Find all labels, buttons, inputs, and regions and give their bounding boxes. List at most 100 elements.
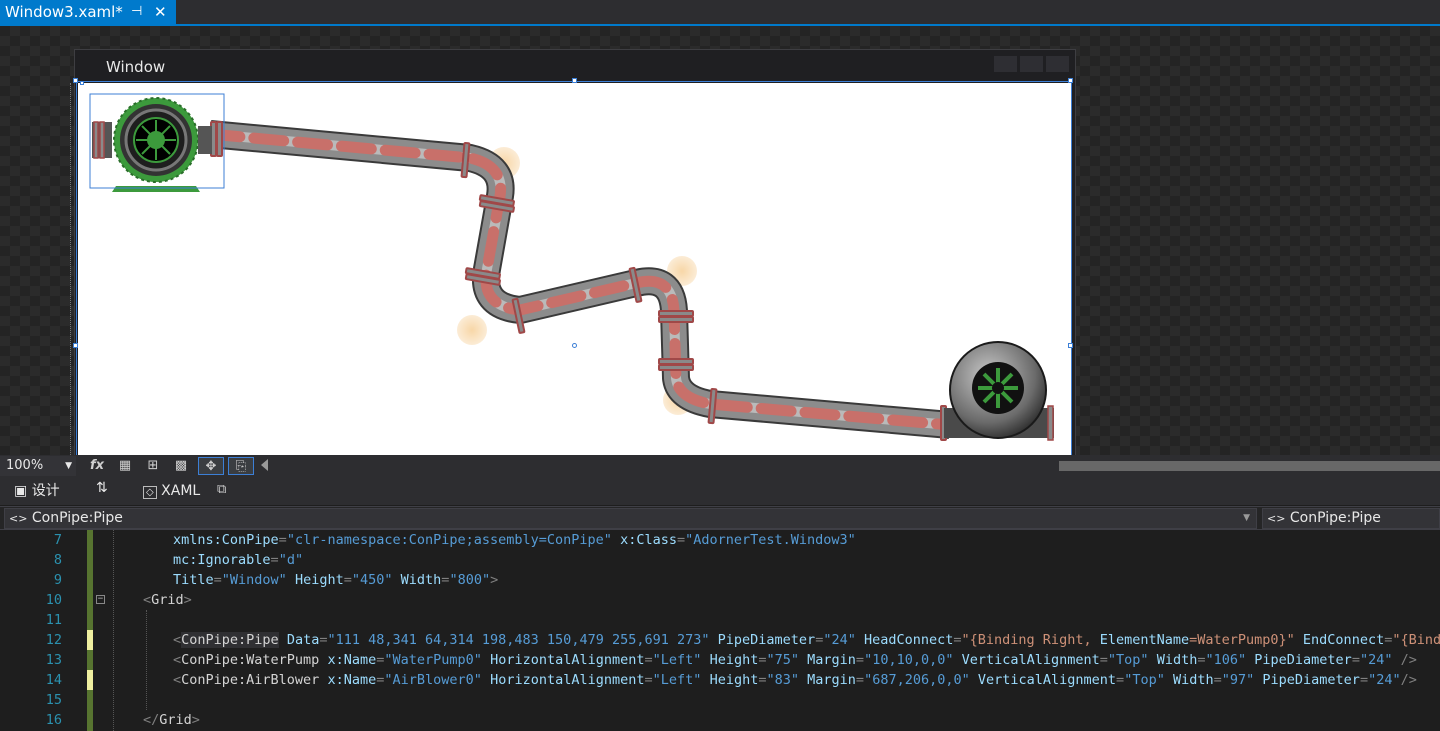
attr-name: Data bbox=[286, 632, 320, 648]
attr-name: PipeDiameter bbox=[717, 632, 816, 648]
attr-value: "83" bbox=[766, 672, 799, 688]
tab-xaml[interactable]: ◇ XAML bbox=[143, 483, 200, 499]
resize-handle[interactable] bbox=[572, 78, 577, 83]
scope-left-label: ConPipe:Pipe bbox=[31, 510, 123, 526]
attr-name: xmlns:ConPipe bbox=[173, 532, 279, 548]
markup-extension: "{Binding Right, bbox=[961, 632, 1100, 648]
attr-value: "111 48,341 64,314 198,483 150,479 255,6… bbox=[327, 632, 710, 648]
attr-value: "AirBlower0" bbox=[384, 672, 482, 688]
attr-name: VerticalAlignment bbox=[961, 652, 1100, 668]
attr-name: x:Name bbox=[327, 652, 377, 668]
attr-name: HeadConnect bbox=[863, 632, 954, 648]
attr-name: Width bbox=[1156, 652, 1198, 668]
line-number: 9 bbox=[53, 572, 62, 588]
indent-guide bbox=[146, 610, 147, 710]
attr-name: Height bbox=[709, 672, 759, 688]
attr-value: "AdornerTest.Window3" bbox=[685, 532, 856, 548]
code-line-16: </Grid> bbox=[143, 712, 200, 728]
close-icon[interactable]: ✕ bbox=[154, 0, 167, 24]
markup-extension: =WaterPump0}" bbox=[1189, 632, 1295, 648]
collapse-icon[interactable]: − bbox=[96, 595, 105, 604]
attr-value: "Top" bbox=[1107, 652, 1149, 668]
air-blower[interactable] bbox=[944, 341, 1054, 441]
tag-name: Grid bbox=[159, 712, 192, 728]
scope-dropdown-left[interactable]: <> ConPipe:Pipe ▼ bbox=[4, 508, 1257, 529]
attr-value: "Left" bbox=[652, 652, 702, 668]
attr-name: mc:Ignorable bbox=[173, 552, 271, 568]
resize-handle[interactable] bbox=[80, 81, 84, 85]
attr-value: "450" bbox=[351, 572, 393, 588]
code-line-9: Title="Window" Height="450" Width="800"> bbox=[173, 572, 499, 588]
design-icon: ▣ bbox=[14, 483, 28, 499]
designer-surface[interactable]: Window bbox=[0, 26, 1440, 455]
pipe[interactable] bbox=[204, 120, 956, 439]
line-number: 11 bbox=[45, 612, 62, 628]
center-handle[interactable] bbox=[572, 343, 577, 348]
attr-name: Height bbox=[709, 652, 759, 668]
attr-value: "Top" bbox=[1124, 672, 1165, 688]
zoom-dropdown[interactable]: 100% ▼ bbox=[0, 456, 76, 476]
line-number-gutter: 7 8 9 10 11 12 13 14 15 16 bbox=[22, 530, 62, 731]
code-line-10: <Grid> bbox=[143, 592, 192, 608]
attr-value: "106" bbox=[1205, 652, 1247, 668]
resize-handle[interactable] bbox=[73, 78, 78, 83]
attr-name: Height bbox=[294, 572, 344, 588]
attr-value: "clr-namespace:ConPipe;assembly=ConPipe" bbox=[286, 532, 612, 548]
attr-name: x:Class bbox=[620, 532, 677, 548]
fx-icon[interactable]: fx bbox=[86, 457, 108, 475]
unsaved-change-marker bbox=[87, 670, 93, 690]
scroll-left-arrow[interactable] bbox=[261, 459, 268, 471]
attr-name: PipeDiameter bbox=[1254, 652, 1352, 668]
snap-grid-icon[interactable]: ⊞ bbox=[142, 457, 164, 475]
scope-dropdown-right[interactable]: <> ConPipe:Pipe bbox=[1262, 508, 1440, 529]
line-number: 12 bbox=[45, 632, 62, 648]
attr-value: "24" bbox=[1359, 652, 1393, 668]
horizontal-scrollbar-thumb[interactable] bbox=[1059, 461, 1440, 471]
swap-panes-icon[interactable]: ⇅ bbox=[96, 480, 108, 496]
split-tab-bar: ▣ 设计 ⇅ ◇ XAML ⧉ bbox=[0, 477, 1440, 505]
attr-name: HorizontalAlignment bbox=[490, 672, 645, 688]
code-line-14: <ConPipe:AirBlower x:Name="AirBlower0" H… bbox=[173, 672, 1417, 688]
attr-value: "800" bbox=[449, 572, 491, 588]
unsaved-change-marker bbox=[87, 630, 93, 650]
navigation-bar: <> ConPipe:Pipe ▼ <> ConPipe:Pipe bbox=[0, 506, 1440, 530]
attr-value: "d" bbox=[278, 552, 304, 568]
attr-value: "75" bbox=[766, 652, 799, 668]
attr-name: VerticalAlignment bbox=[977, 672, 1117, 688]
project-code-icon[interactable]: ⎘ bbox=[228, 457, 254, 475]
attr-value: "24" bbox=[1368, 672, 1401, 688]
xaml-editor[interactable]: 7 8 9 10 11 12 13 14 15 16 − xmlns:ConPi… bbox=[0, 530, 1440, 731]
zoom-value: 100% bbox=[6, 458, 44, 473]
chevron-down-icon: ▼ bbox=[1243, 513, 1250, 523]
xaml-icon: ◇ bbox=[143, 486, 157, 499]
snap-to-lines-icon[interactable]: ✥ bbox=[198, 457, 224, 475]
line-number: 13 bbox=[45, 652, 62, 668]
tag-name: ConPipe:Pipe bbox=[181, 632, 279, 648]
attr-name: Width bbox=[1172, 672, 1214, 688]
tag-close: /> bbox=[1392, 652, 1417, 668]
attr-value: "10,10,0,0" bbox=[864, 652, 954, 668]
designer-toolbar: 100% ▼ fx ▦ ⊞ ▩ ✥ ⎘ bbox=[0, 455, 1440, 477]
tag-close: /> bbox=[1400, 672, 1417, 688]
water-pump[interactable] bbox=[92, 97, 212, 192]
attr-name: HorizontalAlignment bbox=[490, 652, 645, 668]
document-tab-window3[interactable]: Window3.xaml* ⊣ ✕ bbox=[0, 0, 176, 24]
line-number: 10 bbox=[45, 592, 62, 608]
attr-name: PipeDiameter bbox=[1262, 672, 1360, 688]
attr-value: "Window" bbox=[221, 572, 287, 588]
tab-design[interactable]: ▣ 设计 bbox=[14, 480, 60, 500]
attr-name: EndConnect bbox=[1302, 632, 1385, 648]
resize-handle[interactable] bbox=[1068, 78, 1073, 83]
indent-guide bbox=[113, 530, 114, 731]
attr-name: Margin bbox=[807, 652, 856, 668]
artboard-background-icon[interactable]: ▩ bbox=[170, 457, 192, 475]
resize-handle[interactable] bbox=[73, 343, 78, 348]
attr-name: Width bbox=[400, 572, 442, 588]
pin-icon[interactable]: ⊣ bbox=[131, 0, 142, 24]
popout-icon[interactable]: ⧉ bbox=[217, 482, 226, 497]
code-line-8: mc:Ignorable="d" bbox=[173, 552, 304, 568]
resize-handle[interactable] bbox=[1068, 343, 1073, 348]
attr-value: "687,206,0,0" bbox=[864, 672, 970, 688]
grid-icon[interactable]: ▦ bbox=[114, 457, 136, 475]
document-tab-bar: Window3.xaml* ⊣ ✕ bbox=[0, 0, 1440, 26]
